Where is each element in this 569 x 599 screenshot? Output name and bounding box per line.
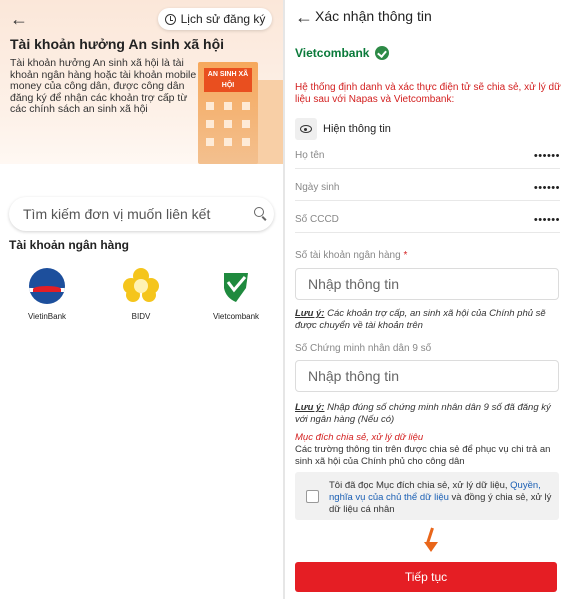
bank-badge: Vietcombank bbox=[295, 46, 390, 60]
bank-name: BIDV bbox=[131, 312, 151, 321]
bank-name: Vietcombank bbox=[212, 312, 260, 321]
search-input[interactable]: Tìm kiếm đơn vị muốn liên kết bbox=[9, 197, 274, 231]
consent-box: Tôi đã đọc Mục đích chia sẻ, xử lý dữ li… bbox=[295, 472, 559, 520]
field-value: •••••• bbox=[533, 150, 560, 162]
vietcombank-logo-svg bbox=[224, 273, 248, 302]
sharing-warning: Hệ thống định danh và xác thực điện tử s… bbox=[295, 82, 561, 105]
purpose-title: Mục đích chia sẻ, xử lý dữ liệu bbox=[295, 432, 424, 443]
required-mark: * bbox=[403, 250, 408, 261]
note-text: Nhập đúng số chứng minh nhân dân 9 số đã… bbox=[295, 402, 551, 425]
note-prefix: Lưu ý: bbox=[295, 402, 325, 413]
building-illustration: AN SINH XÃ HỘI bbox=[198, 62, 258, 164]
bank-item-bidv[interactable]: BIDV bbox=[106, 268, 176, 321]
account-number-placeholder: Nhập thông tin bbox=[308, 276, 400, 292]
eye-icon bbox=[300, 125, 312, 133]
id9-placeholder: Nhập thông tin bbox=[308, 368, 400, 384]
vietcombank-shield-icon bbox=[375, 46, 390, 60]
back-arrow-icon[interactable]: ← bbox=[295, 8, 313, 26]
consent-text: Tôi đã đọc Mục đích chia sẻ, xử lý dữ li… bbox=[329, 480, 552, 515]
building-sign: AN SINH XÃ HỘI bbox=[204, 68, 252, 92]
vietcombank-logo-icon bbox=[218, 268, 254, 304]
field-birth-date: Ngày sinh •••••• bbox=[295, 180, 560, 201]
bank-name: VietinBank bbox=[27, 312, 67, 321]
consent-checkbox[interactable] bbox=[306, 490, 319, 503]
bank-item-vietinbank[interactable]: VietinBank bbox=[12, 268, 82, 321]
show-info-label: Hiện thông tin bbox=[323, 123, 391, 135]
header: ← Xác nhận thông tin bbox=[285, 0, 569, 33]
account-number-input[interactable]: Nhập thông tin bbox=[295, 268, 559, 300]
show-info-toggle[interactable]: Hiện thông tin bbox=[295, 118, 391, 140]
bank-item-vietcombank[interactable]: Vietcombank bbox=[201, 268, 271, 321]
hero-title: Tài khoản hưởng An sinh xã hội bbox=[10, 36, 225, 52]
field-value: •••••• bbox=[533, 182, 560, 194]
note-prefix: Lưu ý: bbox=[295, 308, 325, 319]
account-note: Lưu ý: Các khoản trợ cấp, an sinh xã hội… bbox=[295, 308, 563, 331]
search-icon[interactable] bbox=[254, 207, 264, 217]
account-number-label: Số tài khoản ngân hàng * bbox=[295, 250, 408, 261]
purpose-description: Các trường thông tin trên được chia sẻ đ… bbox=[295, 444, 551, 467]
asxh-screen: ← Lịch sử đăng ký Tài khoản hưởng An sin… bbox=[0, 0, 283, 599]
bank-name: Vietcombank bbox=[295, 46, 370, 60]
pointer-arrow-icon bbox=[424, 527, 439, 552]
field-cccd: Số CCCD •••••• bbox=[295, 212, 560, 233]
field-value: •••••• bbox=[533, 214, 560, 226]
hero-banner: ← Lịch sử đăng ký Tài khoản hưởng An sin… bbox=[0, 0, 283, 164]
bidv-logo-icon bbox=[123, 268, 159, 304]
search-placeholder: Tìm kiếm đơn vị muốn liên kết bbox=[23, 206, 211, 222]
field-label: Ngày sinh bbox=[295, 182, 340, 193]
hero-description: Tài khoản hưởng An sinh xã hội là tài kh… bbox=[10, 57, 197, 115]
id9-input[interactable]: Nhập thông tin bbox=[295, 360, 559, 392]
bank-section-title: Tài khoản ngân hàng bbox=[9, 238, 130, 252]
continue-button[interactable]: Tiếp tục bbox=[295, 562, 557, 592]
note-text: Các khoản trợ cấp, an sinh xã hội của Ch… bbox=[295, 308, 546, 331]
confirm-screen: ← Xác nhận thông tin Vietcombank Hệ thốn… bbox=[285, 0, 569, 599]
vietinbank-logo-icon bbox=[29, 268, 65, 304]
back-arrow-icon[interactable]: ← bbox=[10, 10, 28, 28]
page-title: Xác nhận thông tin bbox=[315, 8, 432, 24]
field-label: Họ tên bbox=[295, 150, 325, 161]
eye-icon-box bbox=[295, 118, 317, 140]
id9-label: Số Chứng minh nhân dân 9 số bbox=[295, 343, 432, 354]
id9-note: Lưu ý: Nhập đúng số chứng minh nhân dân … bbox=[295, 402, 563, 425]
field-label: Số CCCD bbox=[295, 214, 339, 225]
field-full-name: Họ tên •••••• bbox=[295, 148, 560, 169]
history-clock-icon bbox=[164, 13, 176, 25]
history-label: Lịch sử đăng ký bbox=[180, 12, 266, 26]
history-button[interactable]: Lịch sử đăng ký bbox=[158, 8, 272, 30]
